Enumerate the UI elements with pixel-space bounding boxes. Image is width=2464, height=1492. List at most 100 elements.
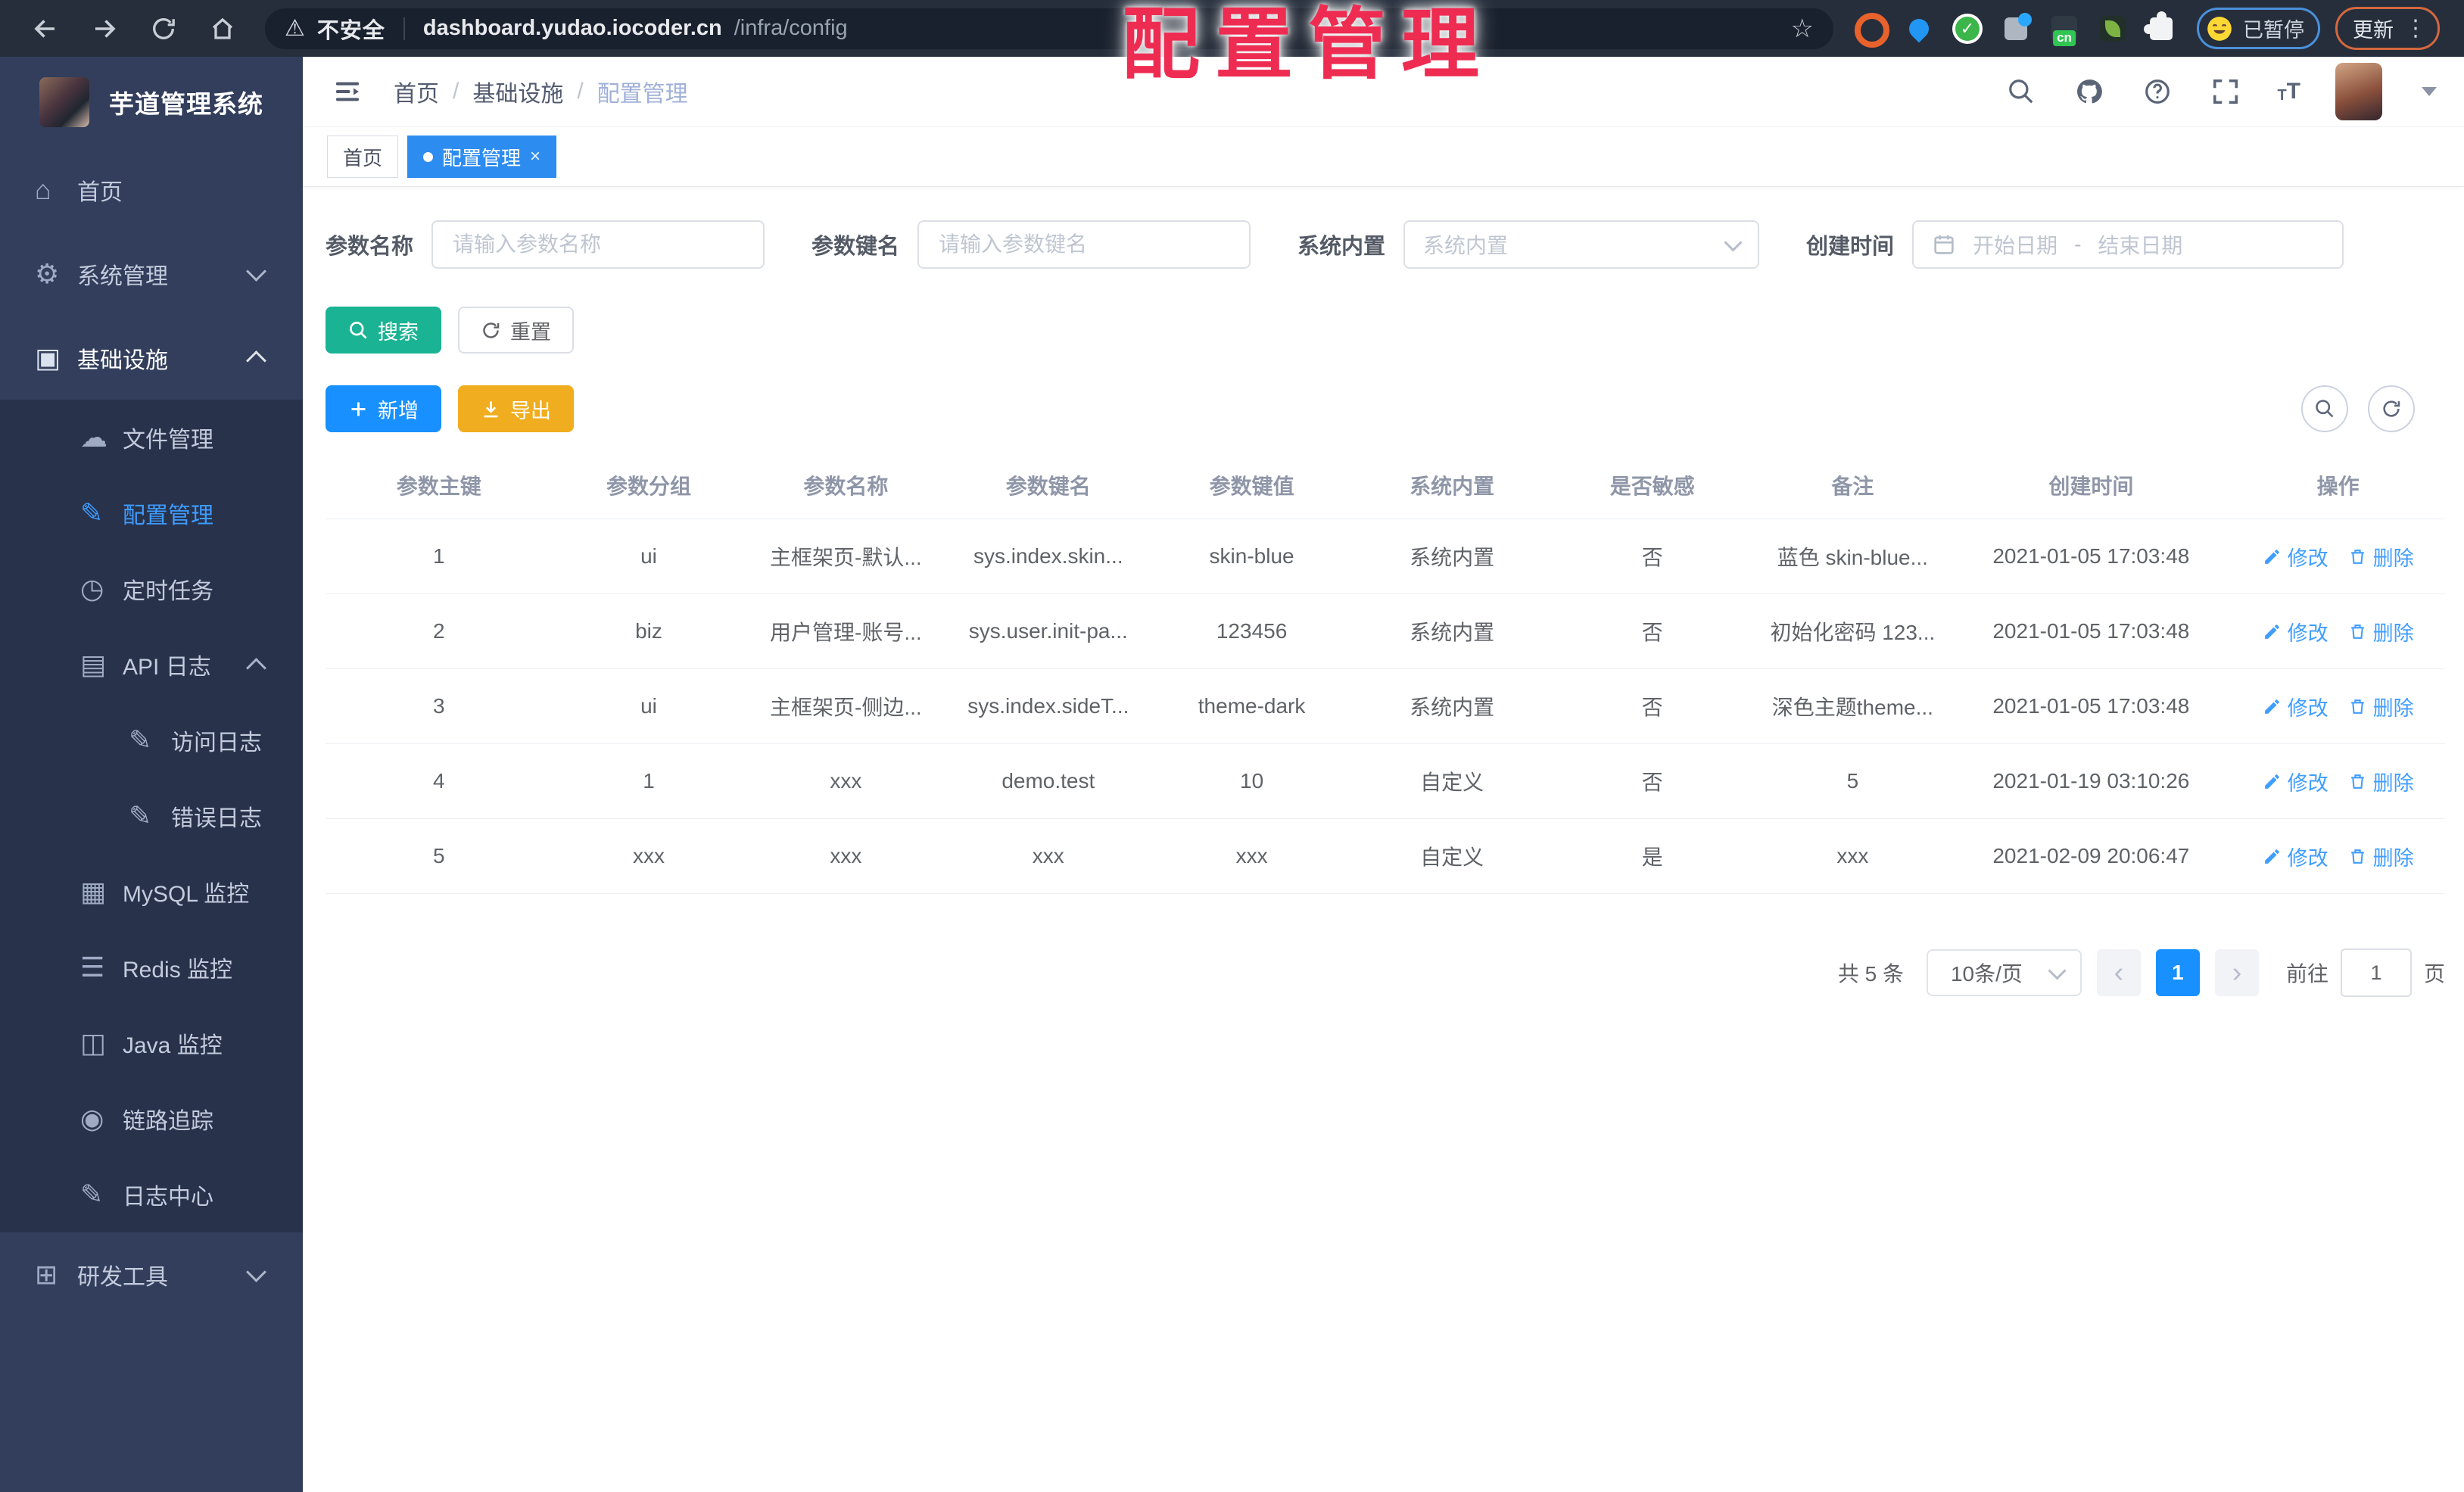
delete-link[interactable]: 删除 xyxy=(2348,692,2414,721)
tab-home[interactable]: 首页 xyxy=(327,135,399,178)
edit-icon xyxy=(2264,774,2279,789)
extension-check-icon[interactable]: ✓ xyxy=(1952,13,1983,45)
screen: ⚠ 不安全 dashboard.yudao.iocoder.cn/infra/c… xyxy=(0,0,2464,1492)
sidebar-item-system-admin[interactable]: ⚙ 系统管理 xyxy=(0,232,303,316)
column-header: 操作 xyxy=(2231,452,2445,519)
extension-orange-ring-icon[interactable] xyxy=(1855,12,1889,48)
github-icon[interactable] xyxy=(2073,75,2106,108)
current-page-button[interactable]: 1 xyxy=(2155,949,2200,996)
sidebar-item-api-logs[interactable]: ▤ API 日志 xyxy=(0,627,303,702)
address-bar[interactable]: ⚠ 不安全 dashboard.yudao.iocoder.cn/infra/c… xyxy=(265,8,1833,49)
builtin-select[interactable]: 系统内置 xyxy=(1403,220,1760,269)
page-size-select[interactable]: 10条/页 xyxy=(1926,949,2082,996)
extension-leaf-icon[interactable] xyxy=(2097,13,2129,45)
sidebar-item-java-monitor[interactable]: ◫ Java 监控 xyxy=(0,1005,303,1081)
api-logs-icon: ▤ xyxy=(80,649,107,680)
sidebar-item-trace[interactable]: ◉ 链路追踪 xyxy=(0,1081,303,1157)
user-avatar[interactable] xyxy=(2335,63,2382,120)
date-range-separator: - xyxy=(2074,232,2082,256)
fullscreen-icon[interactable] xyxy=(2209,75,2242,108)
breadcrumb-infra[interactable]: 基础设施 xyxy=(472,75,563,108)
total-count: 共 5 条 xyxy=(1837,962,1904,986)
sidebar-item-log-center[interactable]: ✎ 日志中心 xyxy=(0,1157,303,1232)
reset-button[interactable]: 重置 xyxy=(458,307,574,354)
sidebar-item-scheduled-jobs[interactable]: ◷ 定时任务 xyxy=(0,551,303,627)
sidebar-item-access-logs[interactable]: ✎ 访问日志 xyxy=(0,702,303,778)
delete-link[interactable]: 删除 xyxy=(2348,542,2414,572)
sidebar-item-dev-tools[interactable]: ⊞ 研发工具 xyxy=(0,1232,303,1316)
sidebar-item-label: MySQL 监控 xyxy=(123,882,250,907)
date-range-picker[interactable]: 开始日期 - 结束日期 xyxy=(1912,220,2344,269)
sidebar-item-label: Redis 监控 xyxy=(123,958,233,983)
cell-remark: 深色主题theme... xyxy=(1754,668,1952,744)
app-frame: 芋道管理系统 ⌂ 首页 ⚙ 系统管理 ▣ 基础设施 ☁ 文件管理 ✎ 配置管理 ◷ 定时任务 ▤ API … xyxy=(0,57,2464,1492)
avatar-caret-icon[interactable] xyxy=(2422,87,2437,96)
sidebar-logo[interactable]: 芋道管理系统 xyxy=(0,57,303,148)
collapse-sidebar-icon[interactable] xyxy=(330,74,365,109)
sidebar-item-file-manage[interactable]: ☁ 文件管理 xyxy=(0,400,303,475)
search-button[interactable]: 搜索 xyxy=(326,307,441,354)
chevron-down-icon xyxy=(246,261,266,282)
app-title: 芋道管理系统 xyxy=(109,90,263,118)
edit-link[interactable]: 修改 xyxy=(2263,692,2328,721)
delete-link[interactable]: 删除 xyxy=(2348,767,2414,796)
tab-label: 配置管理 xyxy=(442,146,522,170)
bookmark-star-icon[interactable]: ☆ xyxy=(1791,14,1814,44)
breadcrumb-home[interactable]: 首页 xyxy=(394,75,439,108)
calendar-icon xyxy=(1932,232,1956,257)
sidebar-item-error-logs[interactable]: ✎ 错误日志 xyxy=(0,778,303,854)
cell-builtin: 自定义 xyxy=(1353,743,1551,819)
home-icon[interactable] xyxy=(206,12,239,45)
cell-id: 5 xyxy=(326,818,553,894)
refresh-table-button[interactable] xyxy=(2368,385,2415,432)
goto-page-input[interactable] xyxy=(2340,948,2412,997)
edit-link[interactable]: 修改 xyxy=(2263,767,2328,796)
font-size-icon[interactable]: TT xyxy=(2277,79,2300,104)
edit-link[interactable]: 修改 xyxy=(2263,617,2328,646)
reload-icon[interactable] xyxy=(147,12,180,45)
hide-search-button[interactable] xyxy=(2301,385,2348,432)
delete-link[interactable]: 删除 xyxy=(2348,842,2414,871)
extension-cn-icon[interactable]: cn xyxy=(2048,13,2080,46)
cell-name: xxx xyxy=(745,818,947,894)
goto-label: 前往 xyxy=(2285,962,2328,986)
sidebar-item-infrastructure[interactable]: ▣ 基础设施 xyxy=(0,316,303,400)
export-button[interactable]: 导出 xyxy=(458,385,574,432)
param-name-input[interactable] xyxy=(451,232,746,257)
profile-paused-badge[interactable]: 已暂停 xyxy=(2197,8,2320,49)
sidebar-item-home[interactable]: ⌂ 首页 xyxy=(0,148,303,232)
add-button[interactable]: 新增 xyxy=(326,385,441,432)
forward-icon[interactable] xyxy=(88,12,121,45)
prev-page-button[interactable]: ‹ xyxy=(2096,949,2141,996)
edit-link[interactable]: 修改 xyxy=(2263,842,2328,871)
edit-link[interactable]: 修改 xyxy=(2263,542,2328,572)
help-icon[interactable] xyxy=(2141,75,2174,108)
extensions-zone: ✓ cn xyxy=(1855,11,2177,48)
cell-id: 4 xyxy=(326,743,553,819)
infra-submenu: ☁ 文件管理 ✎ 配置管理 ◷ 定时任务 ▤ API 日志 ✎ 访问日志 ✎ 错误日志 ▦ MySQL 监… xyxy=(0,400,303,1232)
extension-grid-icon[interactable] xyxy=(2000,12,2032,45)
extension-puzzle-icon[interactable] xyxy=(2144,11,2177,45)
sidebar-item-config-manage[interactable]: ✎ 配置管理 xyxy=(0,475,303,551)
cell-key: sys.index.skin... xyxy=(946,519,1151,594)
sidebar-item-label: 访问日志 xyxy=(171,730,262,755)
close-tab-icon[interactable]: × xyxy=(530,148,540,166)
cell-remark: 蓝色 skin-blue... xyxy=(1754,519,1952,594)
delete-link[interactable]: 删除 xyxy=(2348,617,2414,646)
sidebar-item-label: 定时任务 xyxy=(123,579,213,604)
browser-update-button[interactable]: 更新 ⋮ xyxy=(2335,7,2440,50)
search-icon[interactable] xyxy=(2005,75,2038,108)
back-icon[interactable] xyxy=(29,12,62,45)
sidebar-item-redis-monitor[interactable]: ☰ Redis 监控 xyxy=(0,930,303,1005)
extension-pin-icon[interactable] xyxy=(1903,13,1935,45)
sidebar-item-mysql-monitor[interactable]: ▦ MySQL 监控 xyxy=(0,854,303,930)
cell-sensitive: 否 xyxy=(1550,668,1755,744)
delete-icon xyxy=(2350,774,2364,789)
sidebar-item-label: 系统管理 xyxy=(77,263,168,289)
dev-tools-icon: ⊞ xyxy=(35,1258,58,1290)
next-page-button[interactable]: › xyxy=(2214,949,2259,996)
param-key-input[interactable] xyxy=(937,232,1232,257)
browser-menu-icon[interactable]: ⋮ xyxy=(2404,15,2427,42)
tab-config-manage[interactable]: 配置管理 × xyxy=(407,135,557,178)
builtin-select-placeholder: 系统内置 xyxy=(1423,234,1509,257)
